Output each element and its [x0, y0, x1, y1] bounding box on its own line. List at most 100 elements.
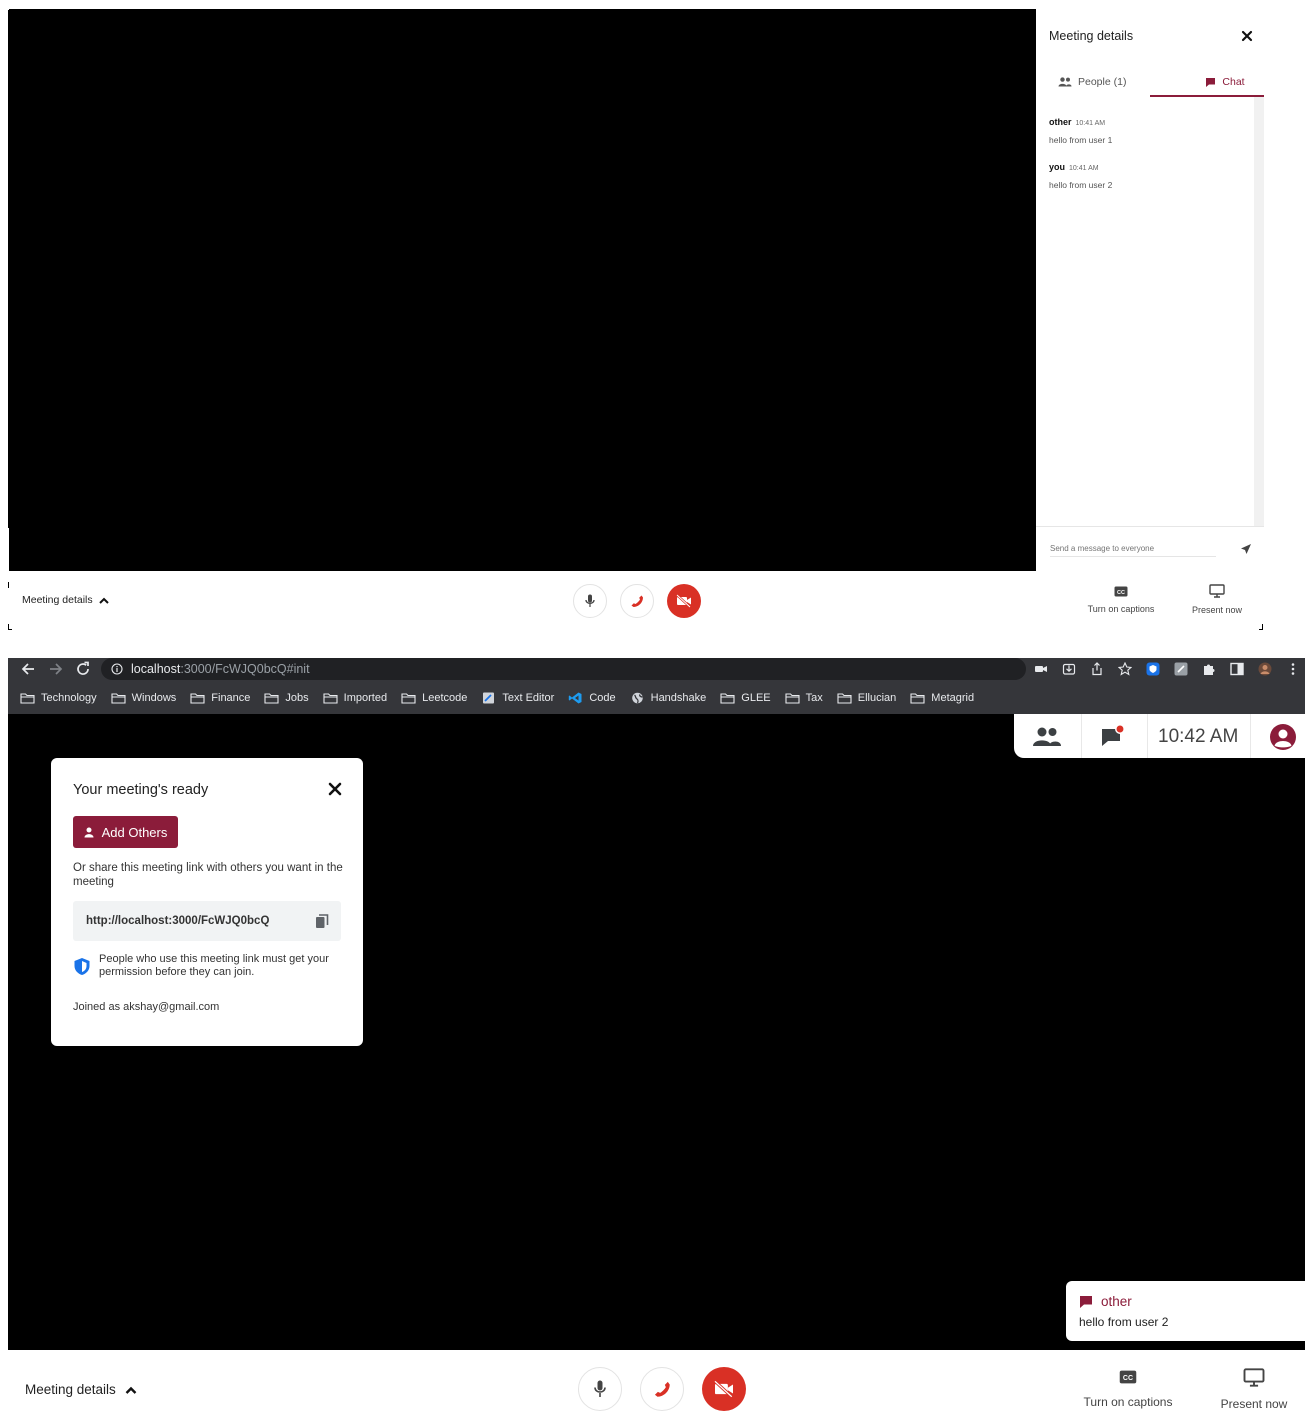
captions-button[interactable]: CC Turn on captions — [1076, 1370, 1180, 1409]
edit-document-icon — [481, 692, 496, 704]
meeting-link-box[interactable]: http://localhost:3000/FcWJQ0bcQ — [73, 901, 341, 941]
puzzle-icon[interactable] — [1202, 662, 1216, 676]
chat-icon[interactable] — [1100, 724, 1126, 748]
microphone-button[interactable] — [578, 1367, 622, 1411]
camera-icon[interactable] — [1034, 662, 1048, 676]
clock-time: 10:42 AM — [1158, 726, 1239, 747]
globe-icon — [630, 692, 645, 704]
bookmark-label: Windows — [131, 692, 177, 704]
copy-icon[interactable] — [315, 914, 329, 929]
message-text: hello from user 1 — [1049, 135, 1113, 145]
shield-extension-icon[interactable] — [1146, 662, 1160, 676]
meeting-ready-dialog: Your meeting's ready Add Others Or share… — [51, 758, 363, 1046]
end-call-button[interactable] — [620, 584, 654, 618]
message-time: 10:41 AM — [1075, 120, 1106, 127]
people-icon — [1058, 77, 1072, 87]
frame-corner — [8, 624, 12, 630]
folder-icon — [401, 692, 416, 704]
camera-off-icon — [675, 594, 693, 608]
tab-chat[interactable]: Chat — [1186, 71, 1264, 93]
divider — [1250, 714, 1251, 758]
monitor-icon — [1243, 1368, 1265, 1387]
present-button[interactable]: Present now — [1214, 1368, 1294, 1411]
captions-button[interactable]: CC Turn on captions — [1080, 586, 1162, 614]
present-button[interactable]: Present now — [1182, 584, 1252, 615]
url-host: localhost — [131, 662, 181, 676]
svg-text:CC: CC — [1117, 590, 1125, 596]
meeting-details-toggle[interactable]: Meeting details — [22, 594, 109, 606]
address-bar[interactable]: localhost:3000/FcWJQ0bcQ#init — [101, 658, 1026, 680]
install-icon[interactable] — [1062, 662, 1076, 676]
share-icon[interactable] — [1090, 662, 1104, 676]
frame-corner — [8, 582, 12, 588]
bookmark-label: Code — [589, 692, 616, 704]
person-icon — [84, 827, 94, 838]
chat-message-input[interactable] — [1050, 541, 1216, 557]
add-others-button[interactable]: Add Others — [73, 816, 178, 848]
reload-icon[interactable] — [75, 661, 91, 677]
bookmark-folder[interactable]: Tax — [785, 692, 823, 704]
bookmark-folder[interactable]: Leetcode — [401, 692, 467, 704]
microphone-button[interactable] — [573, 584, 607, 618]
meeting-details-label: Meeting details — [22, 594, 93, 606]
share-instructions: Or share this meeting link with others y… — [73, 862, 343, 888]
chevron-up-icon — [98, 597, 109, 604]
bookmark-link[interactable]: Text Editor — [481, 692, 554, 704]
forward-arrow-icon[interactable] — [48, 662, 64, 676]
monitor-icon — [1209, 584, 1225, 598]
folder-icon — [20, 692, 35, 704]
bookmark-folder[interactable]: Finance — [190, 692, 250, 704]
bookmark-folder[interactable]: Imported — [323, 692, 387, 704]
send-icon[interactable] — [1240, 543, 1252, 555]
scrollbar[interactable] — [1254, 97, 1264, 527]
meeting-toolbar: Meeting details CC Turn on captions Pres… — [8, 1350, 1305, 1422]
tab-people[interactable]: People (1) — [1058, 71, 1150, 93]
meeting-details-toggle[interactable]: Meeting details — [25, 1382, 137, 1397]
message-sender: you — [1049, 162, 1066, 172]
bookmark-folder[interactable]: Windows — [111, 692, 177, 704]
meeting-link: http://localhost:3000/FcWJQ0bcQ — [86, 915, 270, 927]
closed-captions-icon: CC — [1114, 586, 1128, 597]
profile-avatar[interactable] — [1258, 662, 1272, 676]
kebab-menu-icon[interactable] — [1286, 662, 1300, 676]
sidebar-icon[interactable] — [1230, 662, 1244, 676]
microphone-icon — [594, 1380, 606, 1398]
panel-title: Meeting details — [1049, 29, 1134, 43]
camera-off-icon — [712, 1380, 736, 1398]
back-arrow-icon[interactable] — [20, 662, 36, 676]
chat-notification[interactable]: other hello from user 2 — [1066, 1281, 1305, 1341]
people-icon[interactable] — [1032, 726, 1062, 748]
tab-chat-label: Chat — [1222, 76, 1245, 88]
bookmark-link[interactable]: Code — [568, 692, 616, 704]
phone-icon — [653, 1380, 671, 1398]
notification-message: hello from user 2 — [1079, 1315, 1169, 1329]
bookmark-link[interactable]: Handshake — [630, 692, 706, 704]
frame-corner — [1259, 624, 1263, 630]
end-call-button[interactable] — [640, 1367, 684, 1411]
camera-toggle-button[interactable] — [702, 1367, 746, 1411]
notification-sender: other — [1101, 1294, 1132, 1309]
camera-toggle-button[interactable] — [667, 584, 701, 618]
joined-as-text: Joined as akshay@gmail.com — [73, 1001, 220, 1013]
bookmark-folder[interactable]: Metagrid — [910, 692, 974, 704]
editor-extension-icon[interactable] — [1174, 662, 1188, 676]
bookmark-folder[interactable]: Ellucian — [837, 692, 896, 704]
close-icon[interactable] — [1240, 29, 1254, 43]
folder-icon — [910, 692, 925, 704]
divider — [1081, 714, 1082, 758]
divider — [1036, 526, 1264, 527]
account-avatar-icon[interactable] — [1269, 723, 1297, 751]
bookmark-folder[interactable]: Technology — [20, 692, 97, 704]
info-icon[interactable] — [111, 663, 123, 675]
top-meeting-view: Meeting details People (1) Chat other 10:… — [0, 0, 1305, 640]
add-others-label: Add Others — [101, 824, 168, 840]
svg-text:CC: CC — [1123, 1375, 1133, 1382]
close-icon[interactable] — [328, 782, 342, 796]
present-label: Present now — [1220, 1397, 1288, 1411]
chat-message: other 10:41 AM hello from user 1 — [1049, 112, 1239, 145]
bookmark-folder[interactable]: GLEE — [720, 692, 771, 704]
toolbar-actions — [1034, 660, 1300, 678]
bookmark-folder[interactable]: Jobs — [264, 692, 309, 704]
present-label: Present now — [1191, 605, 1243, 615]
star-icon[interactable] — [1118, 662, 1132, 676]
